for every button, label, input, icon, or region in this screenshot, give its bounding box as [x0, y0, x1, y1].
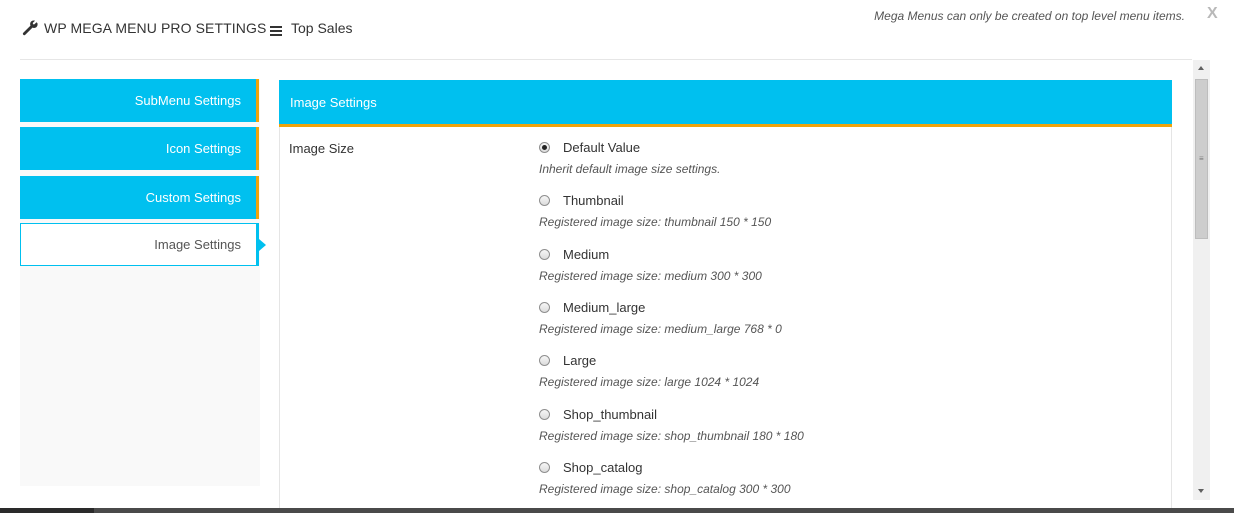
option-label: Shop_thumbnail — [563, 406, 657, 422]
option-description: Registered image size: medium_large 768 … — [539, 322, 782, 336]
tab-submenu-settings[interactable]: SubMenu Settings — [20, 79, 259, 122]
option-thumbnail: Thumbnail Registered image size: thumbna… — [539, 192, 771, 229]
radio-thumbnail[interactable] — [539, 194, 550, 206]
scroll-down-arrow-icon[interactable] — [1198, 489, 1204, 493]
option-large: Large Registered image size: large 1024 … — [539, 352, 759, 389]
option-medium-large: Medium_large Registered image size: medi… — [539, 299, 782, 336]
option-medium: Medium Registered image size: medium 300… — [539, 246, 762, 283]
tab-icon-settings[interactable]: Icon Settings — [20, 127, 259, 170]
radio-medium-large[interactable] — [539, 301, 550, 313]
option-description: Registered image size: shop_thumbnail 18… — [539, 429, 804, 443]
option-shop-catalog: Shop_catalog Registered image size: shop… — [539, 459, 791, 496]
notice-text: Mega Menus can only be created on top le… — [874, 9, 1185, 23]
option-description: Registered image size: medium 300 * 300 — [539, 269, 762, 283]
option-description: Registered image size: thumbnail 150 * 1… — [539, 215, 772, 229]
wrench-icon — [22, 20, 38, 36]
tab-image-settings[interactable]: Image Settings — [20, 223, 259, 266]
radio-shop-thumbnail[interactable] — [539, 408, 550, 420]
option-description: Inherit default image size settings. — [539, 162, 721, 176]
radio-shop-catalog[interactable] — [539, 461, 550, 473]
option-label: Shop_catalog — [563, 459, 643, 475]
hamburger-icon — [270, 23, 282, 36]
tab-label: Image Settings — [154, 237, 241, 252]
app-title-group: WP MEGA MENU PRO SETTINGS — [22, 20, 266, 36]
option-label: Thumbnail — [563, 192, 624, 208]
scrollbar-thumb[interactable]: ≡ — [1195, 79, 1208, 239]
option-default-value: Default Value Inherit default image size… — [539, 139, 720, 176]
header-divider — [20, 59, 1192, 60]
radio-large[interactable] — [539, 354, 550, 366]
tab-custom-settings[interactable]: Custom Settings — [20, 176, 259, 219]
active-tab-arrow-icon — [259, 239, 266, 251]
radio-default-value[interactable] — [539, 141, 550, 153]
panel-title-text: Image Settings — [290, 94, 377, 110]
option-description: Registered image size: shop_catalog 300 … — [539, 482, 791, 496]
tab-label: Icon Settings — [165, 141, 241, 156]
bottom-edge-left — [0, 508, 94, 513]
grip-icon: ≡ — [1199, 154, 1204, 163]
option-label: Default Value — [563, 139, 641, 155]
option-description: Registered image size: large 1024 * 1024 — [539, 375, 760, 389]
image-size-label: Image Size — [289, 141, 355, 156]
modal-header: WP MEGA MENU PRO SETTINGS Top Sales Mega… — [0, 0, 1234, 60]
app-title: WP MEGA MENU PRO SETTINGS — [44, 20, 267, 36]
vertical-scrollbar[interactable]: ≡ — [1193, 60, 1210, 500]
option-label: Large — [563, 352, 597, 368]
option-label: Medium_large — [563, 299, 646, 315]
tab-label: SubMenu Settings — [134, 93, 241, 108]
menu-item-indicator: Top Sales — [270, 20, 352, 36]
scroll-up-arrow-icon[interactable] — [1198, 66, 1204, 70]
option-label: Medium — [563, 246, 610, 262]
bottom-edge — [0, 508, 1234, 513]
settings-sidebar: SubMenu Settings Icon Settings Custom Se… — [20, 79, 260, 486]
option-shop-thumbnail: Shop_thumbnail Registered image size: sh… — [539, 406, 804, 443]
panel-title: Image Settings — [279, 80, 1172, 124]
close-button[interactable]: X — [1207, 5, 1218, 23]
tab-label: Custom Settings — [145, 190, 241, 205]
menu-item-name: Top Sales — [291, 20, 353, 36]
radio-medium[interactable] — [539, 248, 550, 260]
